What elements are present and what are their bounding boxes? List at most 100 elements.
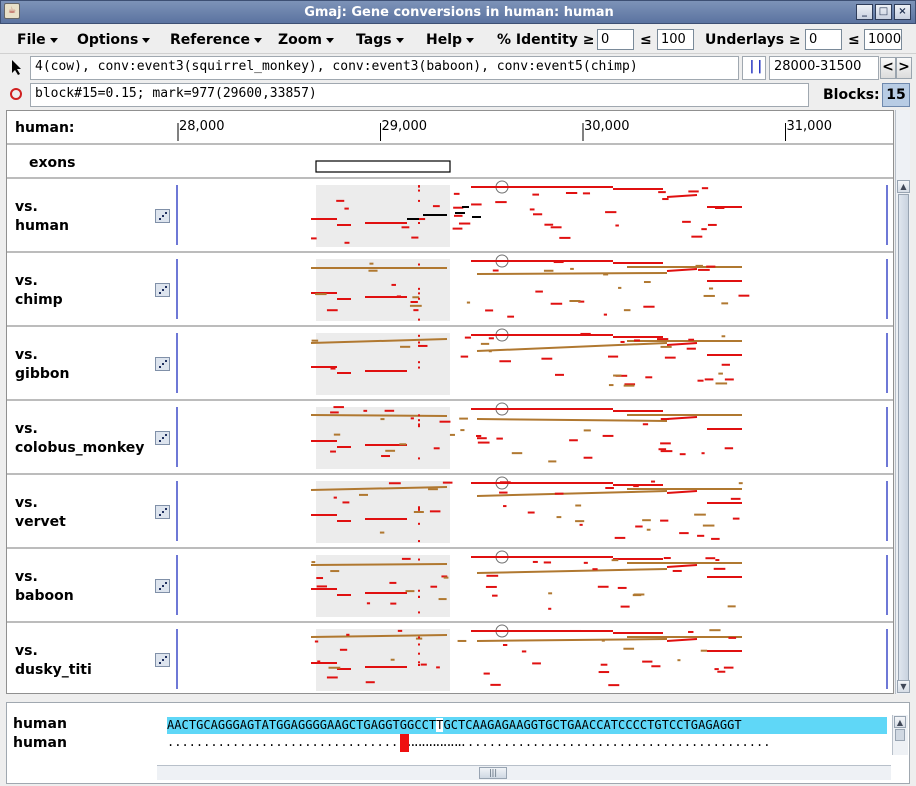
seq-row1-name: human xyxy=(13,716,67,732)
conversion-segment xyxy=(476,638,668,642)
match-dot xyxy=(418,423,420,426)
match-dot xyxy=(418,595,420,598)
minimize-button[interactable]: _ xyxy=(856,4,873,20)
scroll-up-icon[interactable]: ▲ xyxy=(894,716,906,728)
sequence-pane: human human AACTGCAGGGAGTATGGAGGGGAAGCTG… xyxy=(6,702,910,784)
scroll-thumb[interactable]: ||| xyxy=(479,767,507,779)
mark-field[interactable]: block#15=0.15; mark=977(29600,33857) xyxy=(30,83,809,107)
sequence-row2[interactable]: ........................................… xyxy=(167,734,887,752)
match-dot xyxy=(418,185,420,188)
chevron-down-icon xyxy=(325,37,334,43)
match-segment xyxy=(666,268,698,272)
menu-tags[interactable]: Tags xyxy=(356,31,404,49)
range-bar-icon[interactable]: || xyxy=(742,56,766,80)
vertical-scrollbar[interactable]: ▲ ▼ xyxy=(895,110,910,694)
identity-label-text: % Identity xyxy=(497,32,578,48)
menu-file[interactable]: File xyxy=(17,31,58,49)
match-dot xyxy=(418,663,420,666)
range-field[interactable]: 28000-31500 xyxy=(769,56,879,80)
scroll-thumb[interactable] xyxy=(895,729,905,741)
match-dot xyxy=(418,292,420,295)
prev-button[interactable]: < xyxy=(880,57,896,79)
menu-reference[interactable]: Reference xyxy=(170,31,263,49)
match-segment xyxy=(666,564,698,568)
maximize-button[interactable]: □ xyxy=(875,4,892,20)
pip-canvas[interactable]: 28,000 29,000 30,000 31,000 xyxy=(7,111,894,694)
menu-zoom[interactable]: Zoom xyxy=(278,31,334,49)
ge-symbol: ≥ xyxy=(582,32,595,48)
ruler-tick-label: 31,000 xyxy=(787,119,833,134)
ruler-tick-label: 29,000 xyxy=(382,119,428,134)
exon-box xyxy=(315,160,451,173)
match-dot xyxy=(418,589,420,592)
match-dot xyxy=(418,425,420,428)
match-dot xyxy=(418,611,420,614)
menu-help-label: Help xyxy=(426,32,463,48)
match-dot xyxy=(418,522,420,525)
menu-tags-label: Tags xyxy=(356,32,392,48)
scroll-thumb[interactable] xyxy=(898,194,909,686)
seq-row2-name: human xyxy=(13,735,67,751)
match-dot xyxy=(418,199,420,202)
conversion-segment xyxy=(476,342,668,352)
identity-min-input[interactable]: 0 xyxy=(597,29,634,50)
identity-max-input[interactable]: 100 xyxy=(657,29,694,50)
le-symbol: ≤ xyxy=(640,32,652,48)
seq-horizontal-scrollbar[interactable]: ||| xyxy=(157,765,891,780)
match-dot xyxy=(418,652,420,655)
underlays-label: Underlays ≥ xyxy=(705,31,801,49)
close-button[interactable]: × xyxy=(894,4,911,20)
match-dot xyxy=(418,636,420,639)
underlays-min-input[interactable]: 0 xyxy=(805,29,842,50)
alignment-plot: human: exons vs. human vs. chimp vs. gibbon… xyxy=(6,110,894,694)
menu-options-label: Options xyxy=(77,32,139,48)
conversion-segment xyxy=(476,418,668,422)
match-dot xyxy=(418,558,420,561)
blocks-count[interactable]: 15 xyxy=(882,83,910,107)
match-dot xyxy=(418,341,420,344)
java-cup-icon: ☕ xyxy=(4,3,20,19)
mark-circle-icon[interactable] xyxy=(10,88,22,100)
match-dot xyxy=(418,334,420,337)
chevron-down-icon xyxy=(49,37,58,43)
dots-right: ........................................… xyxy=(409,735,771,749)
seq-left: AACTGCAGGGAGTATGGAGGGGAAGCTGAGGTGGCCT xyxy=(167,718,437,732)
chevron-down-icon xyxy=(466,37,475,43)
sequence-row1[interactable]: AACTGCAGGGAGTATGGAGGGGAAGCTGAGGTGGCCTTGC… xyxy=(167,717,887,734)
pointer-icon[interactable] xyxy=(9,58,25,76)
chevron-down-icon xyxy=(254,37,263,43)
ge-symbol: ≥ xyxy=(788,32,801,48)
match-dot xyxy=(418,189,420,192)
info-field[interactable]: 4(cow), conv:event3(squirrel_monkey), co… xyxy=(30,56,739,80)
match-dot xyxy=(418,361,420,364)
match-dot xyxy=(418,366,420,369)
menu-help[interactable]: Help xyxy=(426,31,475,49)
match-dot xyxy=(418,287,420,290)
identity-label: % Identity ≥ xyxy=(497,31,595,49)
conversion-segment xyxy=(476,568,668,574)
underlays-label-text: Underlays xyxy=(705,32,785,48)
match-segment xyxy=(666,342,698,346)
match-dot xyxy=(418,263,420,266)
match-dot xyxy=(418,419,420,422)
scroll-down-icon[interactable]: ▼ xyxy=(897,680,910,693)
match-dot xyxy=(418,507,420,510)
seq-right: GCTCAAGAGAAGGTGCTGAACCATCCCCTGTCCTGAGAGG… xyxy=(443,718,742,732)
ruler-tick-label: 28,000 xyxy=(179,119,225,134)
underlays-max-input[interactable]: 1000 xyxy=(864,29,902,50)
match-dot xyxy=(418,643,420,646)
pointer-icon-svg xyxy=(12,60,21,75)
conversion-segment xyxy=(310,563,448,566)
seq-vertical-scrollbar[interactable]: ▲ xyxy=(892,715,908,755)
match-segment xyxy=(666,490,698,494)
menu-file-label: File xyxy=(17,32,46,48)
ruler-tick-label: 30,000 xyxy=(584,119,630,134)
conversion-segment xyxy=(476,272,668,275)
match-dot xyxy=(418,297,420,300)
match-dot xyxy=(418,344,420,347)
menu-options[interactable]: Options xyxy=(77,31,151,49)
next-button[interactable]: > xyxy=(896,57,912,79)
scroll-up-icon[interactable]: ▲ xyxy=(897,180,910,193)
chevron-down-icon xyxy=(142,37,151,43)
match-segment xyxy=(666,638,698,642)
